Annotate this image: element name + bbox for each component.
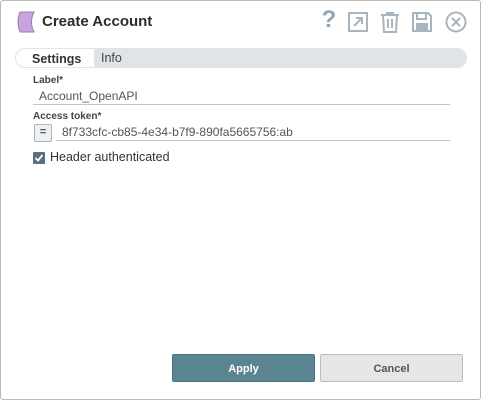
checkmark-icon [34,154,44,162]
label-input[interactable]: Account_OpenAPI [33,87,450,105]
access-token-label: Access token* [33,111,102,122]
apply-button[interactable]: Apply [172,354,315,382]
export-icon[interactable] [346,10,370,34]
expression-toggle-button[interactable]: = [34,124,52,142]
access-token-input[interactable]: 8f733cfc-cb85-4e34-b7f9-890fa5665756:ab [56,123,450,141]
tab-info[interactable]: Info [101,48,122,68]
snap-account-icon [17,11,35,33]
label-field-label: Label* [33,75,64,86]
create-account-dialog: Create Account ? Settings Info Label* Ac… [0,0,481,400]
close-icon[interactable] [444,10,468,34]
tab-bar: Settings Info [15,48,467,68]
save-icon[interactable] [410,10,434,34]
dialog-title: Create Account [42,13,153,30]
header-authenticated-checkbox[interactable] [33,152,45,164]
cancel-button[interactable]: Cancel [320,354,463,382]
dialog-header: Create Account ? [1,1,480,45]
header-authenticated-label: Header authenticated [50,150,170,164]
tab-settings[interactable]: Settings [15,48,95,68]
delete-icon[interactable] [378,10,402,34]
help-icon[interactable]: ? [319,7,339,33]
